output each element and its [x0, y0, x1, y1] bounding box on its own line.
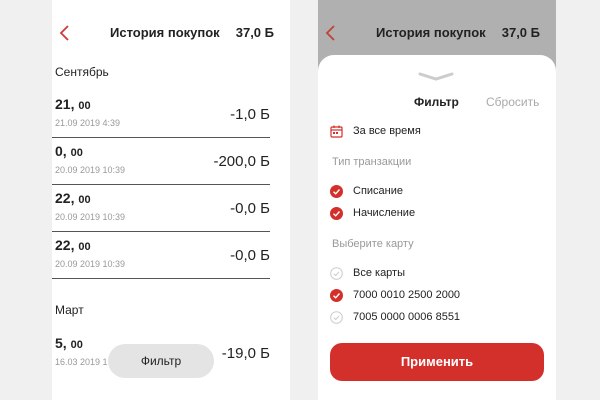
transaction-amount-decimal: 00 — [70, 339, 83, 351]
tab-filter[interactable]: Фильтр — [414, 95, 459, 109]
transaction-amount: 21, — [55, 96, 75, 112]
month-header: Март — [55, 303, 84, 317]
month-header: Сентябрь — [55, 65, 109, 79]
type-label: Списание — [353, 185, 403, 197]
transaction-value: -0,0 Б — [230, 247, 270, 264]
transaction-amount: 22, — [55, 190, 75, 206]
transaction-date: 16.03 2019 1 — [55, 357, 108, 367]
period-option[interactable]: За все время — [330, 123, 421, 139]
header: История покупок 37,0 Б — [52, 0, 290, 55]
transaction-date: 21.09 2019 4:39 — [55, 118, 121, 128]
chevron-left-icon[interactable] — [58, 24, 72, 42]
checked-circle-icon — [330, 206, 343, 220]
filter-sheet: Фильтр Сбросить За все время Тип транзак… — [318, 55, 556, 400]
transaction-amount-decimal: 00 — [70, 147, 83, 159]
sheet-grabber-icon[interactable] — [416, 69, 456, 81]
header: История покупок 37,0 Б — [318, 0, 556, 55]
unchecked-circle-icon — [330, 310, 343, 324]
filter-button[interactable]: Фильтр — [108, 344, 214, 378]
purchase-history-screen: История покупок 37,0 Б Сентябрь 21, 00 2… — [52, 0, 290, 400]
apply-button[interactable]: Применить — [330, 343, 544, 381]
transaction-amount-decimal: 00 — [78, 194, 91, 206]
period-label: За все время — [353, 125, 421, 137]
transaction-date: 20.09 2019 10:39 — [55, 212, 126, 222]
checked-circle-icon — [330, 184, 343, 198]
card-label: Все карты — [353, 267, 406, 279]
balance-value: 37,0 Б — [501, 25, 540, 40]
transaction-row[interactable]: 0, 00 20.09 2019 10:39 -200,0 Б — [52, 143, 270, 185]
transaction-value: -200,0 Б — [213, 153, 270, 170]
type-label: Начисление — [353, 207, 416, 219]
transaction-amount: 0, — [55, 143, 67, 159]
card-label: 7000 0010 2500 2000 — [353, 289, 461, 301]
transaction-date: 20.09 2019 10:39 — [55, 259, 126, 269]
transaction-amount-decimal: 00 — [78, 100, 91, 112]
transaction-row[interactable]: 21, 00 21.09 2019 4:39 -1,0 Б — [52, 96, 270, 138]
transaction-value: -0,0 Б — [230, 200, 270, 217]
filter-screen: История покупок 37,0 Б Фильтр Сбросить З… — [318, 0, 556, 400]
card-option-all[interactable]: Все карты — [330, 265, 405, 281]
card-option[interactable]: 7000 0010 2500 2000 — [330, 287, 460, 303]
transaction-amount-decimal: 00 — [78, 241, 91, 253]
card-option[interactable]: 7005 0000 0006 8551 — [330, 309, 460, 325]
card-label: 7005 0000 0006 8551 — [353, 311, 461, 323]
transaction-row[interactable]: 22, 00 20.09 2019 10:39 -0,0 Б — [52, 237, 270, 279]
chevron-left-icon[interactable] — [324, 24, 338, 42]
type-option-debit[interactable]: Списание — [330, 183, 403, 199]
page-title: История покупок — [376, 25, 486, 40]
section-title-card: Выберите карту — [332, 238, 414, 250]
unchecked-circle-icon — [330, 266, 343, 280]
transaction-row[interactable]: 22, 00 20.09 2019 10:39 -0,0 Б — [52, 190, 270, 232]
transaction-amount: 5, — [55, 335, 67, 351]
checked-circle-icon — [330, 288, 343, 302]
transaction-amount: 22, — [55, 237, 75, 253]
section-title-type: Тип транзакции — [332, 156, 412, 168]
type-option-credit[interactable]: Начисление — [330, 205, 415, 221]
balance-value: 37,0 Б — [235, 25, 274, 40]
transaction-date: 20.09 2019 10:39 — [55, 165, 126, 175]
reset-button[interactable]: Сбросить — [486, 95, 539, 109]
calendar-icon — [330, 125, 343, 138]
page-title: История покупок — [110, 25, 220, 40]
transaction-value: -19,0 Б — [221, 345, 270, 362]
transaction-value: -1,0 Б — [230, 106, 270, 123]
